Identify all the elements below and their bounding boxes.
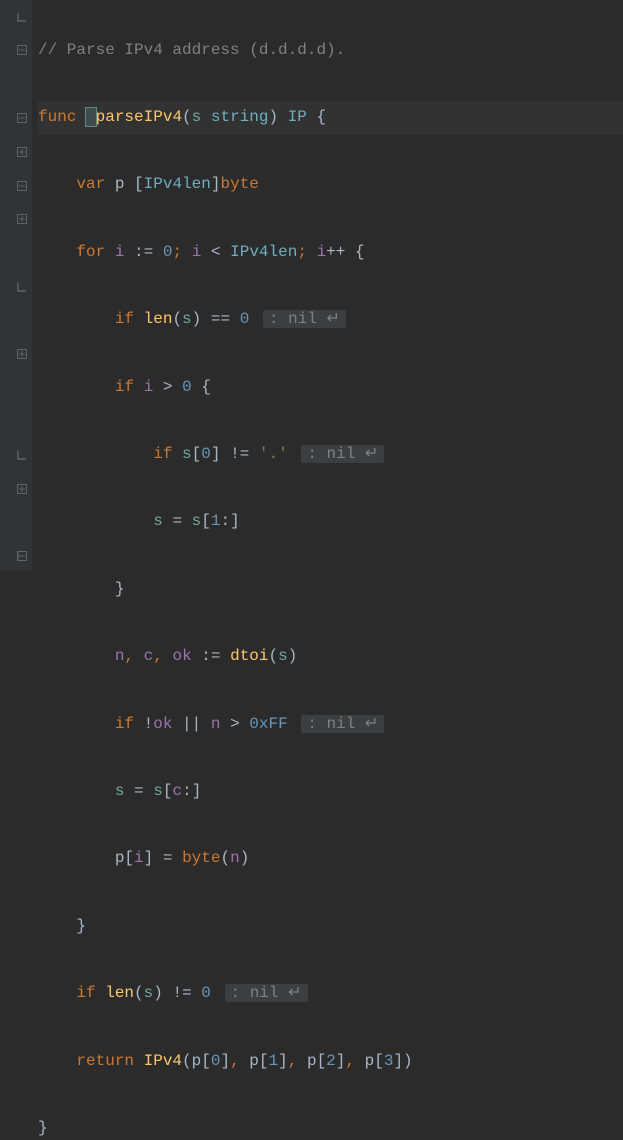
fold-end-icon[interactable] — [16, 11, 28, 23]
gutter — [0, 0, 32, 570]
fold-minus-icon[interactable] — [16, 112, 28, 124]
code-line[interactable]: for i := 0; i < IPv4len; i++ { — [38, 236, 623, 270]
fold-plus-icon[interactable] — [16, 483, 28, 495]
code-line[interactable]: } — [38, 573, 623, 607]
folded-region[interactable]: : nil ↵ — [301, 715, 384, 733]
fold-minus-icon[interactable] — [16, 44, 28, 56]
code-line[interactable]: p[i] = byte(n) — [38, 842, 623, 876]
fold-plus-icon[interactable] — [16, 348, 28, 360]
folded-region[interactable]: : nil ↵ — [263, 310, 346, 328]
code-editor[interactable]: // Parse IPv4 address (d.d.d.d). func pa… — [32, 0, 623, 570]
comment-text: // Parse IPv4 address (d.d.d.d). — [38, 41, 345, 59]
fold-end-icon[interactable] — [16, 281, 28, 293]
code-line[interactable]: if i > 0 { — [38, 371, 623, 405]
code-line[interactable]: func parseIPv4(s string) IP { — [38, 101, 623, 135]
code-line[interactable]: s = s[c:] — [38, 775, 623, 809]
code-line[interactable]: return IPv4(p[0], p[1], p[2], p[3]) — [38, 1045, 623, 1079]
code-line[interactable]: if len(s) == 0 : nil ↵ — [38, 303, 623, 337]
code-line[interactable]: var p [IPv4len]byte — [38, 168, 623, 202]
code-line[interactable]: if !ok || n > 0xFF : nil ↵ — [38, 708, 623, 742]
fold-minus-icon[interactable] — [16, 180, 28, 192]
code-line[interactable]: // Parse IPv4 address (d.d.d.d). — [38, 34, 623, 68]
fold-end-icon[interactable] — [16, 550, 28, 562]
code-line[interactable]: if len(s) != 0 : nil ↵ — [38, 977, 623, 1011]
code-line[interactable]: s = s[1:] — [38, 505, 623, 539]
code-line[interactable]: n, c, ok := dtoi(s) — [38, 640, 623, 674]
cursor — [86, 108, 96, 126]
code-line[interactable]: if s[0] != '.' : nil ↵ — [38, 438, 623, 472]
code-line[interactable]: } — [38, 910, 623, 944]
fold-plus-icon[interactable] — [16, 213, 28, 225]
fold-plus-icon[interactable] — [16, 146, 28, 158]
code-line[interactable]: } — [38, 1112, 623, 1140]
folded-region[interactable]: : nil ↵ — [301, 445, 384, 463]
fold-end-icon[interactable] — [16, 449, 28, 461]
folded-region[interactable]: : nil ↵ — [225, 984, 308, 1002]
